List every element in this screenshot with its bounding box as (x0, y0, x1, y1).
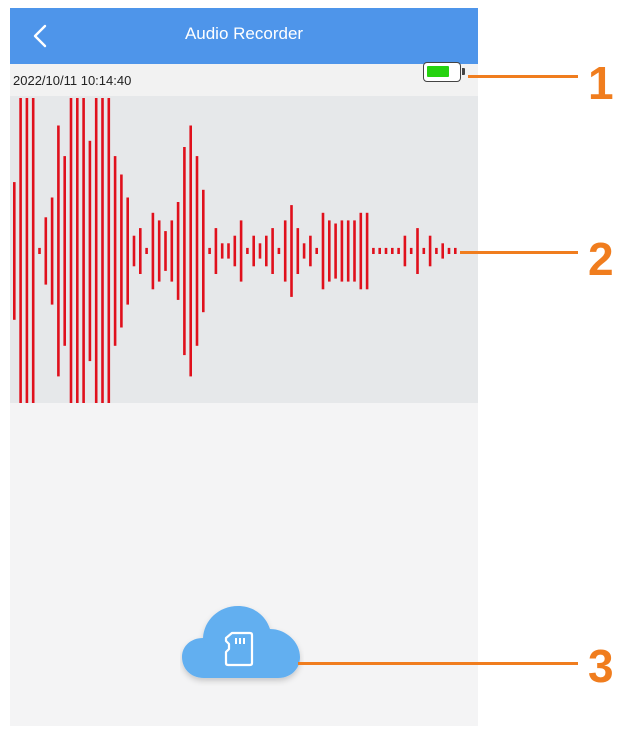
waveform-bar (397, 247, 400, 254)
waveform-bar (302, 243, 306, 259)
waveform-bar (441, 243, 444, 259)
waveform-bar (170, 220, 174, 282)
waveform-bar (252, 235, 255, 267)
waveform-bar (265, 235, 268, 267)
cloud-sd-card-icon (182, 606, 300, 678)
waveform-bar (176, 202, 180, 300)
waveform-bar (151, 212, 155, 290)
waveform-bar (202, 189, 205, 313)
waveform-bar (328, 220, 331, 282)
waveform-bar (403, 235, 407, 267)
callout-line-2 (460, 251, 578, 254)
page-title: Audio Recorder (184, 24, 304, 43)
waveform-bar (113, 156, 117, 346)
waveform-bar (63, 156, 66, 346)
waveform-bar (227, 243, 230, 259)
waveform-bar (309, 235, 312, 267)
waveform-bar (132, 235, 136, 267)
waveform-bar (416, 228, 419, 274)
waveform-bar (321, 212, 325, 290)
waveform-bar (340, 220, 344, 282)
waveform-bar (365, 212, 369, 290)
waveform-bar (378, 247, 381, 254)
battery-tip (462, 68, 465, 75)
waveform-bar (220, 243, 224, 259)
callout-label-3: 3 (588, 640, 614, 692)
waveform-bar (164, 231, 167, 271)
waveform-bar (391, 247, 394, 254)
waveform-bar (139, 228, 142, 274)
waveform-bar (120, 174, 123, 328)
audio-waveform (13, 98, 457, 403)
waveform-bar (25, 98, 29, 403)
waveform-bar (353, 220, 356, 282)
callout-line-3 (298, 662, 578, 665)
waveform-bar (283, 220, 287, 282)
waveform-bar (94, 98, 98, 403)
waveform-bar (233, 235, 237, 267)
waveform-bar (315, 247, 318, 254)
waveform-bar (346, 220, 350, 282)
waveform-bar (296, 228, 300, 274)
waveform-bar (183, 147, 186, 356)
waveform-bar (38, 247, 41, 254)
waveform-bar (447, 247, 451, 254)
waveform-bar (214, 228, 218, 274)
waveform-bar (101, 98, 104, 403)
waveform-bar (107, 98, 111, 403)
waveform-bar (69, 98, 73, 403)
waveform-bar (359, 212, 363, 290)
callout-label-1: 1 (588, 57, 614, 109)
app-header: Audio Recorder (10, 8, 478, 64)
waveform-bar (428, 235, 432, 267)
callout-line-1 (468, 75, 578, 78)
waveform-bar (19, 98, 22, 403)
waveform-panel (10, 96, 478, 403)
save-to-sd-card-button[interactable] (180, 600, 304, 686)
waveform-bar (271, 228, 274, 274)
battery-indicator (423, 62, 465, 82)
waveform-bar (13, 182, 16, 320)
waveform-bar (454, 247, 457, 254)
waveform-bar (246, 247, 249, 254)
waveform-bar (195, 156, 199, 346)
waveform-bar (57, 125, 60, 377)
waveform-bar (384, 247, 388, 254)
waveform-bar (409, 247, 413, 254)
waveform-bar (145, 247, 148, 254)
waveform-bar (31, 98, 35, 403)
waveform-bar (372, 247, 375, 254)
battery-level-fill (427, 66, 449, 77)
waveform-bar (435, 247, 438, 254)
waveform-bar (50, 197, 54, 305)
waveform-bar (126, 197, 129, 305)
waveform-bar (334, 223, 337, 279)
waveform-bar (157, 220, 161, 282)
waveform-bar (82, 98, 85, 403)
waveform-bar (208, 247, 211, 254)
waveform-bar (239, 220, 243, 282)
waveform-bar (76, 98, 79, 403)
callout-label-2: 2 (588, 233, 614, 285)
waveform-bar (277, 247, 281, 254)
status-bar: 2022/10/11 10:14:40 (10, 64, 478, 96)
waveform-bar (422, 247, 426, 254)
waveform-bar (258, 243, 262, 259)
recording-timestamp: 2022/10/11 10:14:40 (13, 73, 132, 88)
waveform-bar (44, 217, 48, 285)
waveform-bar (88, 140, 92, 362)
waveform-bar (189, 125, 192, 377)
waveform-bar (290, 205, 293, 297)
app-screen: Audio Recorder 2022/10/11 10:14:40 (10, 8, 478, 726)
